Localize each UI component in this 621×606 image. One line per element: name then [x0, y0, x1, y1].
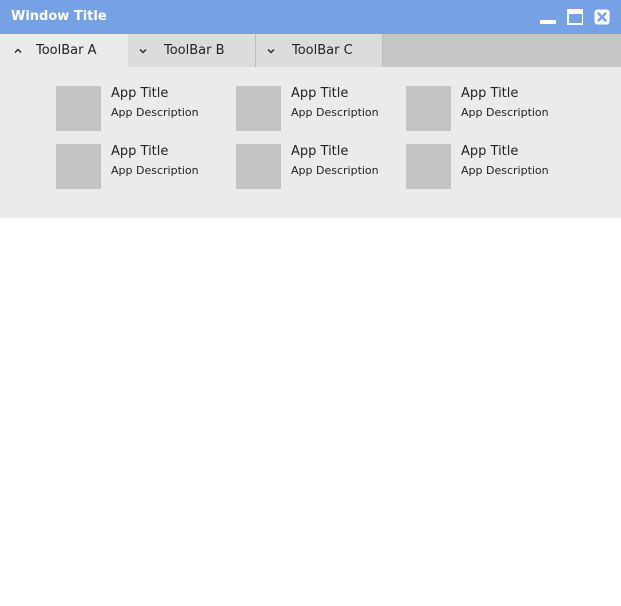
app-item[interactable]: App Title App Description: [236, 144, 396, 190]
chevron-down-icon: [266, 46, 276, 56]
tab-label: ToolBar B: [164, 43, 225, 58]
close-icon: [594, 9, 610, 25]
app-description: App Description: [291, 106, 379, 119]
close-button[interactable]: [594, 9, 610, 25]
app-description: App Description: [111, 164, 199, 177]
app-thumbnail: [56, 86, 101, 131]
toolbar-a-panel: App Title App Description App Title App …: [0, 67, 621, 218]
app-item[interactable]: App Title App Description: [56, 144, 216, 190]
app-title: App Title: [111, 144, 169, 159]
app-thumbnail: [406, 144, 451, 189]
app-thumbnail: [236, 144, 281, 189]
app-thumbnail: [56, 144, 101, 189]
app-title: App Title: [291, 144, 349, 159]
app-item[interactable]: App Title App Description: [236, 86, 396, 132]
tab-label: ToolBar A: [36, 43, 97, 58]
tab-label: ToolBar C: [292, 43, 353, 58]
chevron-up-icon: [13, 46, 23, 56]
title-bar: Window Title: [0, 0, 621, 34]
app-title: App Title: [461, 144, 519, 159]
app-item[interactable]: App Title App Description: [56, 86, 216, 132]
app-title: App Title: [291, 86, 349, 101]
maximize-icon: [567, 9, 583, 25]
maximize-button[interactable]: [567, 9, 583, 25]
app-description: App Description: [111, 106, 199, 119]
app-window: Window Title ToolBar A ToolBar B ToolBar…: [0, 0, 621, 606]
app-title: App Title: [461, 86, 519, 101]
app-description: App Description: [291, 164, 379, 177]
window-title: Window Title: [11, 9, 107, 24]
minimize-icon: [540, 20, 556, 24]
app-thumbnail: [406, 86, 451, 131]
app-item[interactable]: App Title App Description: [406, 144, 566, 190]
app-title: App Title: [111, 86, 169, 101]
minimize-button[interactable]: [540, 9, 556, 25]
app-item[interactable]: App Title App Description: [406, 86, 566, 132]
tab-toolbar-a[interactable]: ToolBar A: [0, 34, 128, 68]
toolbar-tabs: ToolBar A ToolBar B ToolBar C: [0, 34, 621, 68]
tab-toolbar-c[interactable]: ToolBar C: [256, 34, 383, 67]
app-description: App Description: [461, 106, 549, 119]
chevron-down-icon: [138, 46, 148, 56]
app-thumbnail: [236, 86, 281, 131]
app-description: App Description: [461, 164, 549, 177]
tab-toolbar-b[interactable]: ToolBar B: [128, 34, 256, 67]
